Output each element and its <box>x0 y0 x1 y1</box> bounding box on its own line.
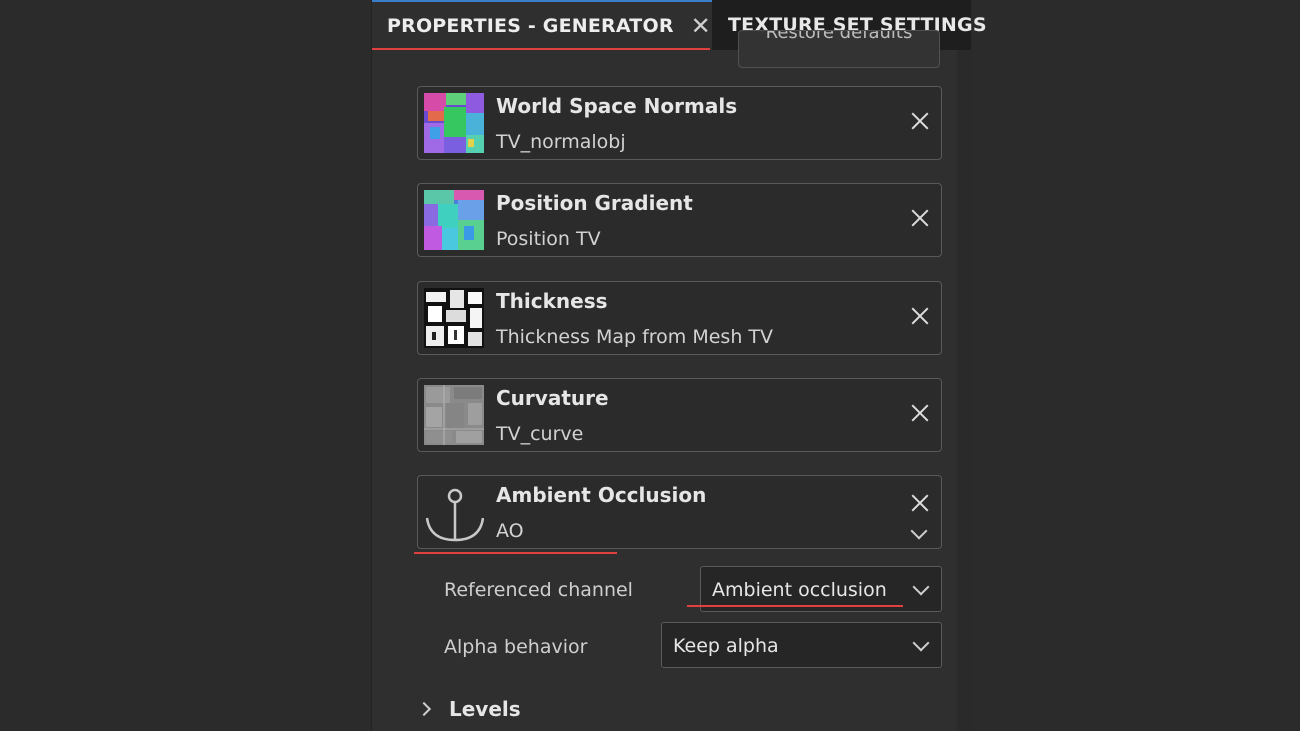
close-icon[interactable] <box>909 110 931 132</box>
input-title: Thickness <box>496 289 608 313</box>
alpha-behavior-dropdown[interactable]: Keep alpha <box>661 622 942 668</box>
input-card-ambient-occlusion[interactable]: Ambient Occlusion AO <box>417 475 942 549</box>
chevron-down-icon[interactable] <box>910 522 928 540</box>
normal-map-thumbnail-icon <box>424 93 484 153</box>
referenced-channel-label: Referenced channel <box>444 579 633 601</box>
curvature-map-thumbnail-icon <box>424 385 484 445</box>
tab-properties-generator[interactable]: PROPERTIES - GENERATOR ✕ <box>372 0 712 50</box>
input-title: Ambient Occlusion <box>496 483 707 507</box>
thickness-map-thumbnail-icon <box>424 288 484 348</box>
dropdown-value: Keep alpha <box>673 635 779 657</box>
input-card-position-gradient[interactable]: Position Gradient Position TV <box>417 183 942 257</box>
properties-panel: PROPERTIES - GENERATOR ✕ TEXTURE SET SET… <box>371 0 987 731</box>
input-source: Thickness Map from Mesh TV <box>496 326 774 348</box>
highlight-underline <box>687 605 903 607</box>
input-card-thickness[interactable]: Thickness Thickness Map from Mesh TV <box>417 281 942 355</box>
chevron-right-icon <box>416 701 432 717</box>
alpha-behavior-label: Alpha behavior <box>444 636 588 658</box>
close-icon[interactable] <box>909 492 931 514</box>
chevron-down-icon <box>912 634 930 652</box>
input-title: Position Gradient <box>496 191 693 215</box>
close-icon[interactable] <box>909 207 931 229</box>
button-label: Restore defaults <box>765 30 913 43</box>
input-title: World Space Normals <box>496 94 738 118</box>
position-map-thumbnail-icon <box>424 190 484 250</box>
input-source: Position TV <box>496 228 601 250</box>
scrollbar-track[interactable] <box>957 50 971 731</box>
chevron-down-icon <box>912 578 930 596</box>
close-icon[interactable] <box>909 402 931 424</box>
input-title: Curvature <box>496 386 609 410</box>
input-source: AO <box>496 520 524 542</box>
tab-highlight-underline <box>372 48 710 50</box>
close-icon[interactable]: ✕ <box>691 12 711 40</box>
input-source: TV_curve <box>496 423 584 445</box>
input-source: TV_normalobj <box>496 131 626 153</box>
tab-label: PROPERTIES - GENERATOR <box>387 15 674 37</box>
input-card-curvature[interactable]: Curvature TV_curve <box>417 378 942 452</box>
highlight-underline <box>414 552 617 554</box>
anchor-icon <box>424 482 484 542</box>
levels-label: Levels <box>449 697 521 721</box>
restore-defaults-button[interactable]: Restore defaults <box>738 30 940 68</box>
close-icon[interactable] <box>909 305 931 327</box>
dropdown-value: Ambient occlusion <box>712 579 887 601</box>
input-card-world-space-normals[interactable]: World Space Normals TV_normalobj <box>417 86 942 160</box>
levels-section-header[interactable]: Levels <box>416 695 521 723</box>
